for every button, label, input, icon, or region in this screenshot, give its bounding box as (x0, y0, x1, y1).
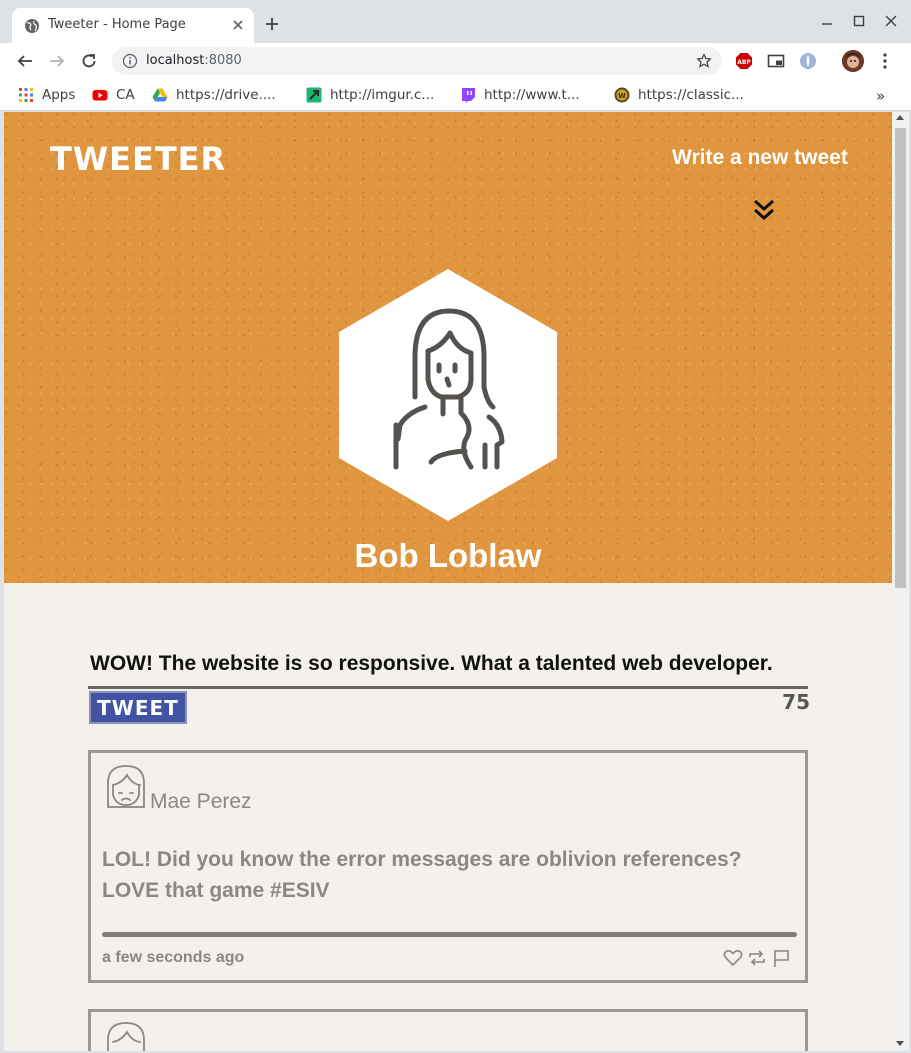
bookmark-label: https://drive.... (176, 87, 276, 103)
user-female-avatar-icon (107, 1022, 145, 1051)
tweet-timestamp: a few seconds ago (102, 949, 245, 966)
bookmark-star-icon[interactable] (696, 53, 712, 69)
browser-toolbar: localhost:8080 ABP (0, 43, 911, 79)
globe-icon (25, 19, 39, 33)
twitch-icon (462, 88, 475, 103)
bookmarks-overflow-button[interactable]: » (876, 87, 885, 105)
heart-icon[interactable] (723, 947, 743, 969)
tab-strip: Tweeter - Home Page (0, 0, 911, 43)
new-tab-icon[interactable] (264, 16, 280, 32)
minimize-icon[interactable] (820, 14, 834, 28)
bookmark-label: CA (116, 87, 135, 103)
close-window-icon[interactable] (884, 14, 898, 28)
close-tab-icon[interactable] (230, 17, 246, 33)
tweet-author: Mae Perez (150, 790, 252, 813)
info-icon[interactable] (122, 53, 138, 69)
flag-icon[interactable] (771, 947, 791, 969)
retweet-icon[interactable] (747, 947, 767, 969)
back-arrow-icon[interactable] (16, 52, 34, 70)
tweet-card (88, 1009, 808, 1051)
svg-text:W: W (618, 92, 626, 100)
url-port: :8080 (204, 53, 242, 68)
tweet-divider (102, 932, 797, 937)
profile-name: Bob Loblaw (354, 537, 542, 574)
page-viewport: TWEETER Write a new tweet Bob Loblaw WOW… (4, 112, 892, 1051)
extension-icon[interactable] (799, 52, 817, 70)
maximize-icon[interactable] (852, 14, 866, 28)
write-new-tweet-link[interactable]: Write a new tweet (672, 146, 848, 170)
bookmark-imgur[interactable]: http://imgur.c... (306, 85, 434, 105)
url-host: localhost (146, 53, 205, 68)
tab-title: Tweeter - Home Page (48, 17, 186, 32)
double-chevron-down-icon[interactable] (752, 198, 776, 222)
menu-dots-icon[interactable] (877, 52, 893, 70)
adblock-icon[interactable]: ABP (735, 52, 753, 70)
google-drive-icon (152, 88, 168, 102)
bookmark-classic[interactable]: W https://classic... (614, 85, 744, 105)
bookmarks-bar: Apps CA https://drive.... http://imgur.c… (0, 79, 911, 111)
profile-face-icon (842, 50, 864, 72)
site-logo[interactable]: TWEETER (50, 140, 226, 178)
profile-avatar[interactable] (842, 50, 864, 72)
user-female-avatar-icon (107, 765, 145, 808)
youtube-icon (92, 90, 108, 101)
bookmark-label: http://imgur.c... (330, 87, 435, 103)
wow-icon: W (614, 87, 630, 103)
compose-divider (88, 686, 808, 689)
tweet-card: Mae Perez LOL! Did you know the error me… (88, 750, 808, 983)
page-header: TWEETER Write a new tweet Bob Loblaw (4, 112, 892, 583)
page-scrollbar[interactable] (892, 112, 909, 1051)
bookmark-label: http://www.t... (484, 87, 580, 103)
bookmark-label: Apps (42, 87, 76, 103)
character-counter: 75 (782, 690, 810, 714)
scroll-down-arrow-icon[interactable] (896, 1041, 904, 1046)
url-text: localhost:8080 (146, 53, 242, 68)
tweet-body: LOL! Did you know the error messages are… (102, 848, 742, 902)
scrollbar-thumb[interactable] (895, 128, 906, 588)
bookmark-drive[interactable]: https://drive.... (152, 85, 276, 105)
imgur-icon (306, 87, 322, 103)
tweet-button[interactable]: TWEET (89, 691, 187, 724)
address-bar[interactable]: localhost:8080 (112, 47, 722, 75)
bookmark-label: https://classic... (638, 87, 744, 103)
tab-home[interactable]: Tweeter - Home Page (12, 8, 254, 43)
bookmark-twitch[interactable]: http://www.t... (460, 85, 580, 105)
scroll-up-arrow-icon[interactable] (896, 115, 904, 120)
bookmark-ca[interactable]: CA (92, 85, 135, 105)
forward-arrow-icon[interactable] (48, 52, 66, 70)
bookmark-apps[interactable]: Apps (18, 85, 75, 105)
tweet-actions (723, 947, 795, 971)
profile-avatar-hexagon (339, 269, 557, 521)
apps-grid-icon (19, 88, 33, 102)
reload-icon[interactable] (80, 52, 98, 70)
compose-tweet-input[interactable]: WOW! The website is so responsive. What … (90, 652, 810, 676)
picture-in-picture-icon[interactable] (767, 52, 785, 70)
svg-text:ABP: ABP (737, 59, 751, 66)
